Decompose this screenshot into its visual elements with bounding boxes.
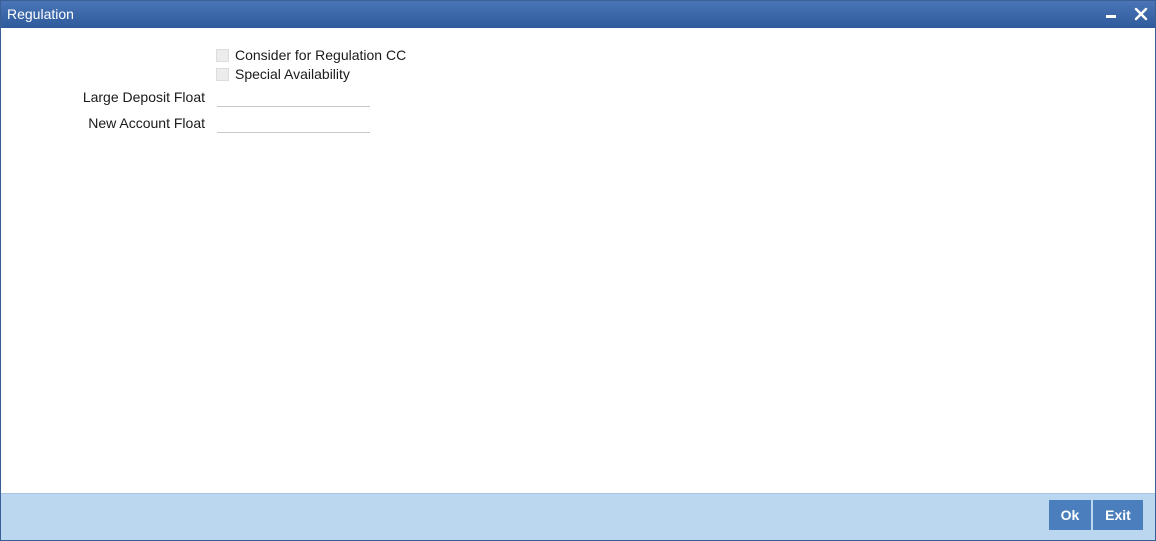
- large-deposit-float-input[interactable]: [217, 85, 370, 107]
- title-bar[interactable]: Regulation: [1, 1, 1155, 28]
- close-icon[interactable]: [1132, 5, 1150, 23]
- form-content: Consider for Regulation CC Special Avail…: [1, 28, 1155, 493]
- regulation-window: Regulation Consider for Regulation CC Sp…: [0, 0, 1156, 541]
- consider-regulation-cc-label: Consider for Regulation CC: [235, 47, 407, 63]
- footer-bar: Ok Exit: [1, 493, 1155, 540]
- large-deposit-float-label: Large Deposit Float: [82, 89, 205, 105]
- minimize-icon[interactable]: [1102, 5, 1120, 23]
- exit-button[interactable]: Exit: [1093, 500, 1143, 530]
- new-account-float-input[interactable]: [217, 111, 370, 133]
- special-availability-checkbox[interactable]: [216, 67, 229, 81]
- special-availability-label: Special Availability: [235, 66, 350, 82]
- ok-button[interactable]: Ok: [1049, 500, 1091, 530]
- new-account-float-label: New Account Float: [88, 115, 205, 131]
- consider-regulation-cc-checkbox[interactable]: [216, 48, 229, 62]
- window-title: Regulation: [7, 6, 74, 22]
- special-availability-row[interactable]: Special Availability: [216, 66, 350, 82]
- consider-regulation-cc-row[interactable]: Consider for Regulation CC: [216, 47, 406, 63]
